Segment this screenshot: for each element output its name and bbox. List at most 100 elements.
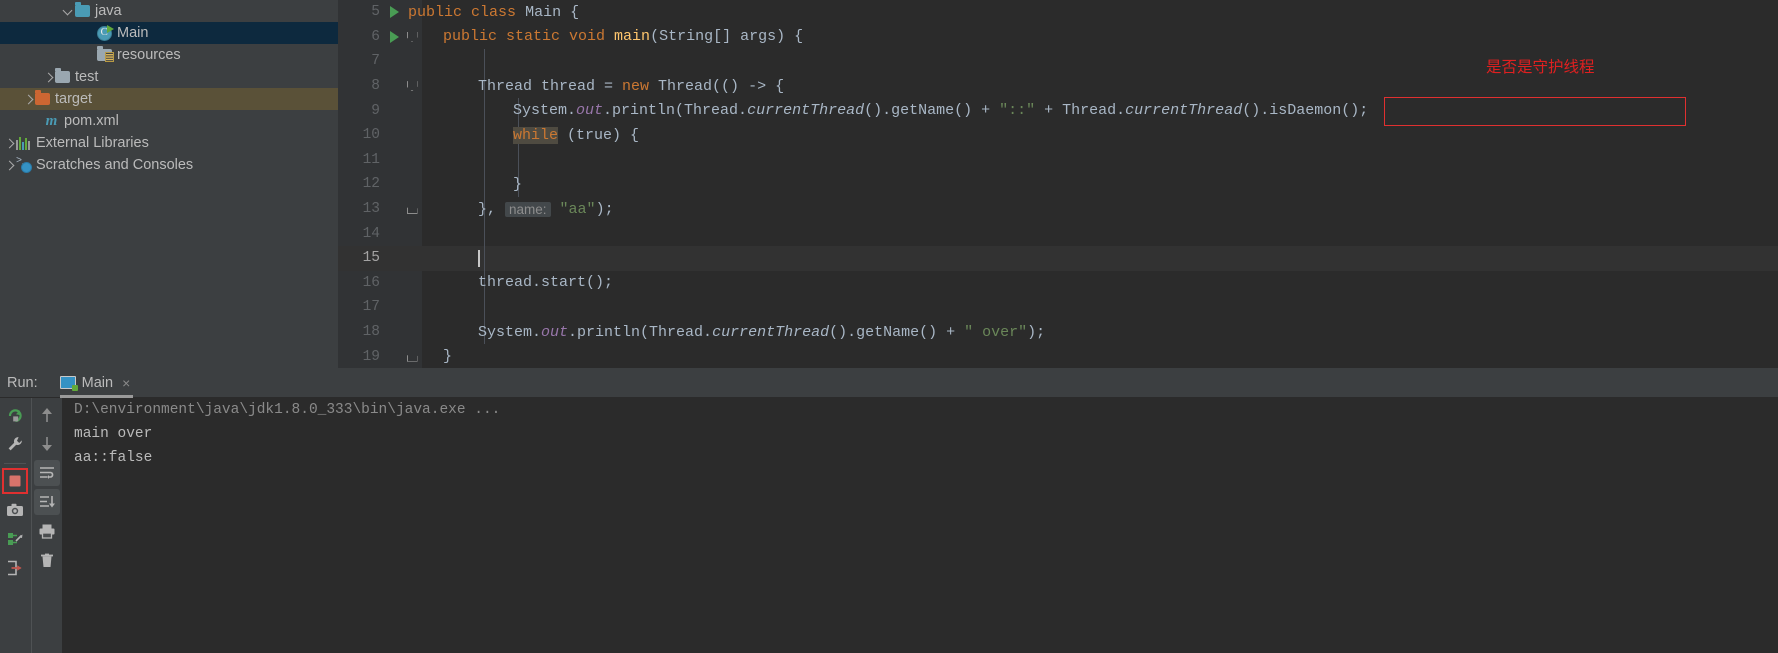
line-number: 5 [371,4,380,21]
line-number: 6 [371,28,380,45]
fold-end-icon[interactable] [404,197,420,222]
tree-item-pom-xml[interactable]: m pom.xml [0,110,338,132]
fold-start-icon[interactable] [404,25,420,50]
token-static-method: currentThread [712,323,830,341]
code-text: while (true) { [513,123,639,148]
folder-source-icon [75,2,90,17]
down-arrow-icon[interactable] [34,431,60,457]
chevron-right-icon[interactable] [42,71,55,84]
tree-item-main[interactable]: Main [0,22,338,44]
code-caret [478,246,480,271]
code-line-13[interactable]: 13 }, name: "aa"); [338,196,1778,222]
folder-icon [55,68,70,83]
token-classname: Main [525,3,562,21]
run-header: Run: Main × [0,368,1778,398]
fold-start-icon[interactable] [404,74,420,99]
code-line-16[interactable]: 16 thread.start(); [338,270,1778,296]
java-class-icon [97,24,114,41]
run-tool-window: Run: Main × D:\environment\java\jdk1.8.0… [0,368,1778,653]
run-tab-main[interactable]: Main × [56,368,138,398]
token-call: ().getName() + [864,102,1000,120]
chevron-right-icon[interactable] [22,93,35,106]
thread-dump-icon[interactable] [2,526,28,552]
code-line-15[interactable]: 15 [338,245,1778,271]
tree-item-label: target [55,91,93,107]
soft-wrap-icon[interactable] [33,460,60,486]
run-gutter-icon[interactable] [386,0,402,25]
export-icon[interactable] [2,555,28,581]
console-line: main over [74,426,153,442]
code-editor[interactable]: 5 public class Main { 6 public static vo… [338,0,1778,368]
code-line-6[interactable]: 6 public static void main (String[] args)… [338,25,1778,50]
line-number: 9 [371,102,380,119]
code-line-14[interactable]: 14 [338,221,1778,246]
line-number: 7 [371,53,380,70]
code-text: }, name: "aa"); [478,197,614,222]
close-icon[interactable]: × [122,376,130,390]
chevron-right-icon[interactable] [3,137,16,150]
project-tree[interactable]: java Main resources test t [0,0,338,368]
scroll-to-end-icon[interactable] [33,489,60,515]
editor-and-project-area: java Main resources test t [0,0,1778,368]
folder-resources-icon [97,46,114,62]
line-number: 19 [362,348,380,365]
token-brace: } [443,348,453,366]
tree-item-label: test [75,69,99,85]
line-number: 10 [362,127,380,144]
line-number: 8 [371,78,380,95]
tree-item-target[interactable]: target [0,88,338,110]
rerun-icon[interactable] [2,402,28,428]
tree-item-label: pom.xml [64,113,119,129]
code-line-19[interactable]: 19 } [338,344,1778,368]
code-line-17[interactable]: 17 [338,295,1778,320]
tree-item-scratches-and-consoles[interactable]: Scratches and Consoles [0,154,338,176]
external-libraries-icon [16,136,31,150]
run-tab-label: Main [81,374,114,391]
trash-icon[interactable] [34,547,60,573]
chevron-right-icon[interactable] [3,159,16,172]
chevron-down-icon[interactable] [62,5,75,18]
tree-item-label: Main [117,25,149,41]
token-field: out [576,102,604,120]
code-line-9[interactable]: 9 System. out .println(Thread. currentThrea… [338,98,1778,123]
tree-item-java[interactable]: java [0,0,338,22]
token-boxed-a: Thread. [1062,102,1126,120]
token-rest: Thread(() -> { [649,77,785,95]
token-args: (String[] args) { [650,28,804,46]
settings-wrench-icon[interactable] [2,431,28,457]
code-text: } [443,344,452,368]
token-boxed-b: ().isDaemon() [1242,102,1360,120]
stop-icon[interactable] [2,468,28,494]
annotation-text: 是否是守护线程 [1486,58,1595,76]
tree-item-external-libraries[interactable]: External Libraries [0,132,338,154]
run-toolbar-left[interactable] [0,398,30,653]
code-line-12[interactable]: 12 } [338,172,1778,197]
camera-icon[interactable] [2,497,28,523]
run-gutter-icon[interactable] [386,25,402,50]
line-number: 18 [362,324,380,341]
tree-item-resources[interactable]: resources [0,44,338,66]
tree-item-test[interactable]: test [0,66,338,88]
code-line-18[interactable]: 18 System. out .println(Thread. currentThre… [338,319,1778,345]
token-method: main [614,28,651,46]
token-string: " over" [964,323,1028,341]
tree-item-label: resources [117,47,181,63]
print-icon[interactable] [34,518,60,544]
token-brace: }, [478,200,506,218]
token-brace: { [570,3,580,21]
code-line-10[interactable]: 10 while (true) { [338,122,1778,148]
token-keyword: class [471,3,517,21]
code-line-8[interactable]: 8 Thread thread = new Thread(() -> { [338,73,1778,99]
text-caret [478,249,480,267]
up-arrow-icon[interactable] [34,402,60,428]
run-toolbar-right[interactable] [31,398,61,653]
token-keyword: public [408,3,463,21]
folder-target-icon [35,90,50,105]
code-line-5[interactable]: 5 public class Main { [338,0,1778,25]
token-call: .println(Thread. [603,102,748,120]
console-output[interactable]: D:\environment\java\jdk1.8.0_333\bin\jav… [62,398,1778,653]
code-text: public static void main (String[] args) { [443,25,803,50]
fold-end-icon[interactable] [404,344,420,368]
code-line-11[interactable]: 11 [338,147,1778,173]
token-type: Thread [478,77,533,95]
